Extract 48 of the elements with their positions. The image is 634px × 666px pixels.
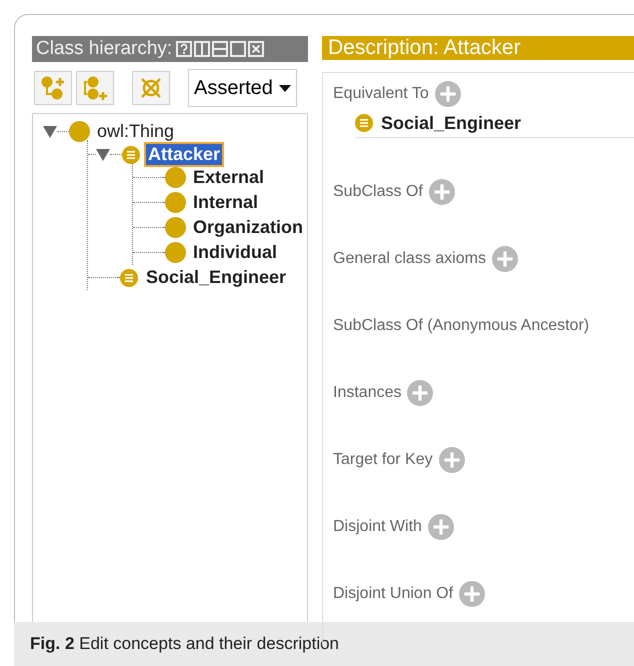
add-icon[interactable] — [492, 246, 518, 272]
class-label[interactable]: Organization — [191, 217, 306, 238]
add-sibling-button[interactable] — [76, 71, 114, 105]
figure-caption: Fig. 2 Edit concepts and their description — [30, 634, 340, 654]
section-title: SubClass Of (Anonymous Ancestor) — [333, 317, 590, 335]
class-icon — [165, 192, 186, 213]
class-icon — [165, 217, 186, 238]
class-label[interactable]: owl:Thing — [95, 121, 176, 142]
maximize-icon[interactable] — [230, 41, 246, 57]
class-icon — [165, 167, 186, 188]
class-label[interactable]: Internal — [191, 192, 260, 213]
section-title: SubClass Of — [333, 183, 423, 201]
add-icon[interactable] — [459, 581, 486, 607]
class-label[interactable]: Social_Engineer — [379, 112, 524, 134]
section-title: Disjoint Union Of — [333, 585, 454, 603]
split-rows-icon[interactable] — [212, 41, 228, 57]
expanded-triangle-icon[interactable] — [43, 126, 57, 138]
add-icon[interactable] — [434, 81, 461, 107]
delete-class-button[interactable] — [132, 71, 170, 105]
class-label[interactable]: Attacker — [146, 144, 222, 165]
class-icon — [69, 121, 90, 142]
section-title: Equivalent To — [333, 85, 429, 103]
add-subclass-icon — [40, 75, 66, 101]
hierarchy-dropdown[interactable]: Asserted — [188, 69, 297, 107]
add-icon[interactable] — [438, 447, 465, 473]
section-title: Target for Key — [333, 451, 433, 469]
class-label[interactable]: Social_Engineer — [144, 267, 288, 288]
panel-title: Class hierarchy: — [36, 38, 172, 60]
split-columns-icon[interactable] — [194, 41, 210, 57]
dropdown-caret-icon — [278, 84, 291, 92]
section-title: Disjoint With — [333, 518, 422, 536]
defined-class-icon — [122, 146, 140, 164]
section-title: General class axioms — [333, 250, 486, 268]
description-title: Description: Attacker — [322, 36, 634, 60]
add-subclass-button[interactable] — [34, 71, 72, 105]
expanded-triangle-icon[interactable] — [96, 148, 110, 160]
class-icon — [165, 242, 186, 263]
add-icon[interactable] — [428, 514, 454, 540]
add-icon[interactable] — [428, 179, 455, 205]
defined-class-icon — [355, 114, 373, 132]
add-icon[interactable] — [407, 380, 434, 406]
close-icon[interactable] — [248, 41, 264, 57]
section-title: Instances — [333, 384, 402, 402]
class-label[interactable]: Individual — [191, 242, 280, 263]
help-icon[interactable] — [176, 41, 192, 57]
class-label[interactable]: External — [191, 167, 266, 188]
add-sibling-icon — [82, 75, 108, 101]
defined-class-icon — [120, 268, 138, 286]
